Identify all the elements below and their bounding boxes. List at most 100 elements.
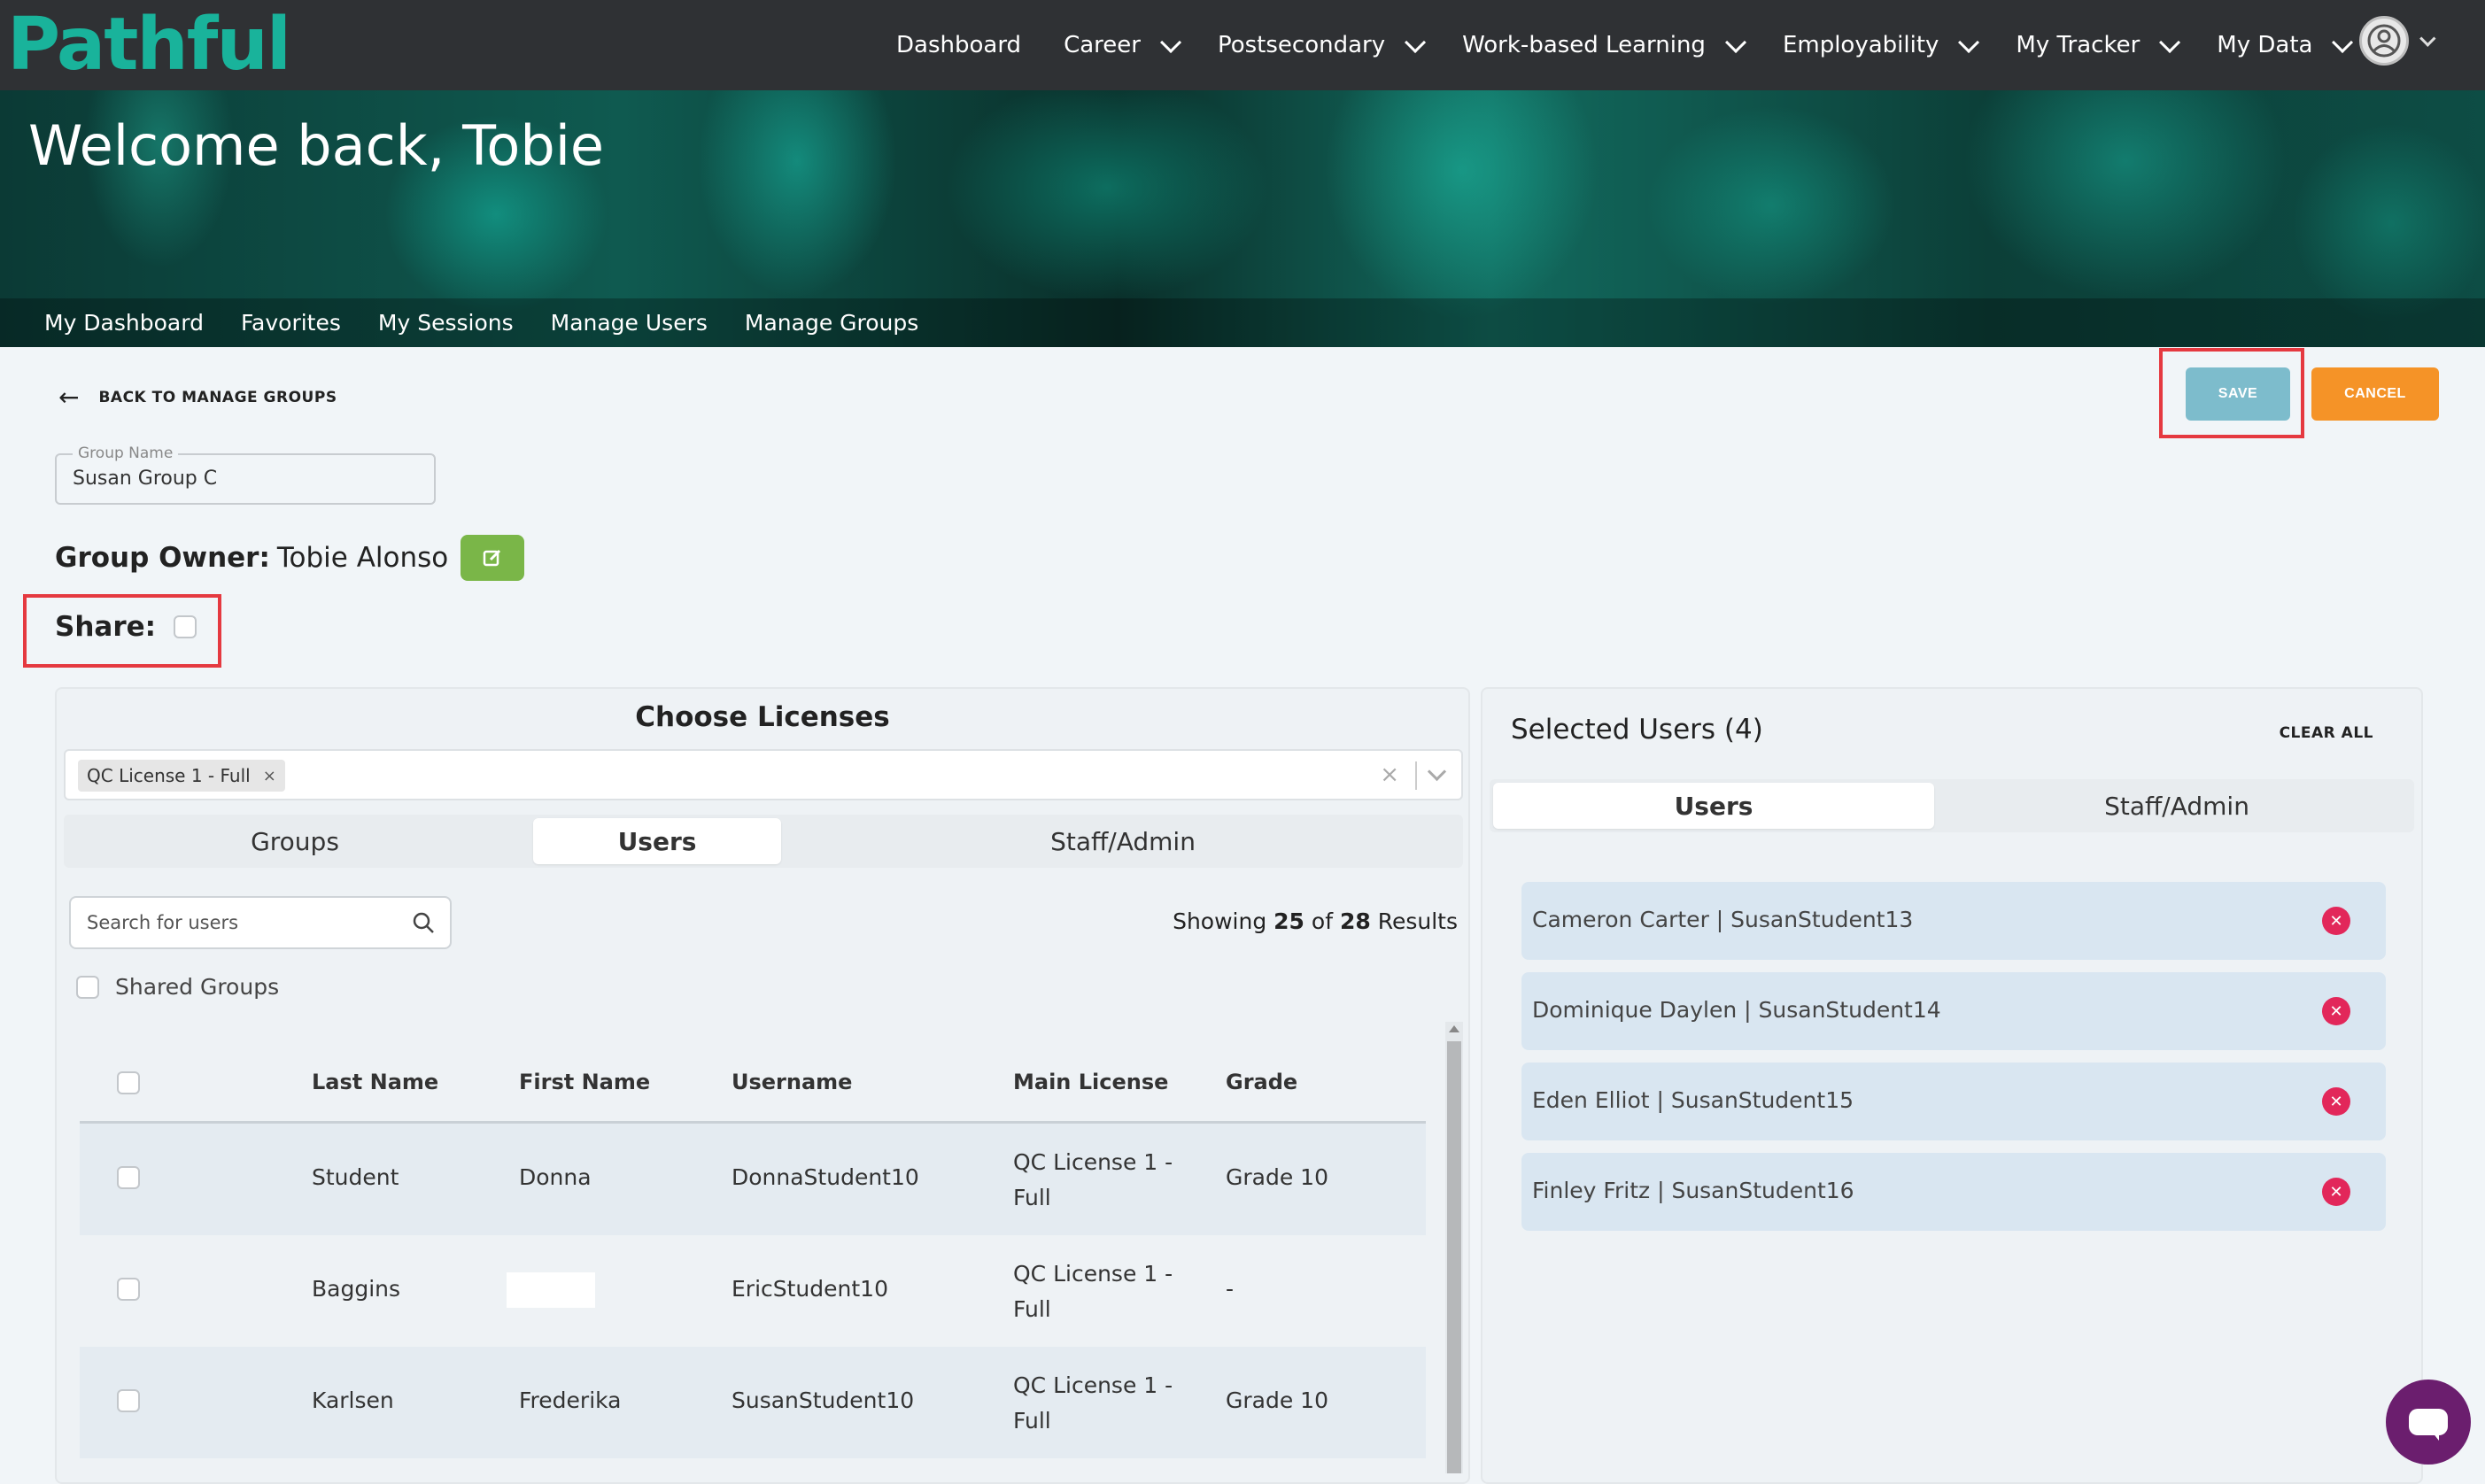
results-prefix: Showing (1173, 908, 1267, 934)
col-main-license[interactable]: Main License (1013, 1070, 1168, 1094)
user-circle-icon (2359, 16, 2409, 66)
selected-user-name: Cameron Carter | SusanStudent13 (1532, 907, 1914, 932)
save-button[interactable]: SAVE (2186, 367, 2290, 421)
cell-username: EricStudent10 (732, 1276, 888, 1302)
share-row: Share: (55, 611, 197, 643)
scrollbar-thumb[interactable] (1447, 1041, 1461, 1473)
row-checkbox[interactable] (117, 1278, 140, 1301)
users-table: Last Name First Name Username Main Licen… (80, 1047, 1426, 1458)
nav-work-based-learning-label: Work-based Learning (1462, 32, 1706, 58)
table-row[interactable]: Baggins EricStudent10 QC License 1 - Full… (80, 1235, 1426, 1347)
shared-groups-checkbox[interactable] (76, 975, 99, 999)
chevron-down-icon (1405, 31, 1427, 53)
license-tabs: Groups Users Staff/Admin (64, 815, 1463, 868)
clear-icon[interactable]: × (1380, 761, 1399, 788)
results-suffix: Results (1377, 908, 1458, 934)
col-first-name[interactable]: First Name (519, 1070, 650, 1094)
edit-owner-button[interactable] (461, 535, 525, 581)
remove-user-icon[interactable]: ✕ (2322, 1178, 2350, 1206)
license-chip-label: QC License 1 - Full (87, 765, 251, 786)
license-line-2: Full (1013, 1408, 1051, 1434)
search-placeholder: Search for users (87, 912, 239, 933)
nav-employability[interactable]: Employability (1783, 31, 1980, 58)
remove-user-icon[interactable]: ✕ (2322, 907, 2350, 935)
sub-navigation: My Dashboard Favorites My Sessions Manag… (0, 298, 2485, 347)
subnav-favorites[interactable]: Favorites (241, 310, 341, 336)
selected-users-title: Selected Users (4) (1511, 714, 1763, 746)
edit-icon (484, 549, 501, 567)
arrow-left-icon: ← (58, 383, 80, 412)
nav-my-tracker[interactable]: My Tracker (2016, 31, 2181, 58)
user-menu[interactable] (2359, 16, 2436, 66)
row-checkbox[interactable] (117, 1166, 140, 1189)
col-username[interactable]: Username (732, 1070, 852, 1094)
chevron-down-icon (1724, 31, 1746, 53)
nav-my-data[interactable]: My Data (2217, 31, 2354, 58)
cell-first-name: Donna (519, 1164, 592, 1190)
nav-postsecondary[interactable]: Postsecondary (1218, 31, 1427, 58)
chevron-down-icon (2159, 31, 2181, 53)
license-select[interactable]: QC License 1 - Full × × (64, 749, 1463, 800)
selected-tabs: Users Staff/Admin (1490, 779, 2414, 832)
tab-selected-staff-admin[interactable]: Staff/Admin (1943, 783, 2411, 829)
group-name-label: Group Name (73, 444, 179, 462)
cell-grade: Grade 10 (1226, 1164, 1328, 1190)
nav-career-label: Career (1064, 32, 1141, 58)
table-row[interactable]: Karlsen Frederika SusanStudent10 QC Lice… (80, 1347, 1426, 1458)
choose-licenses-panel: Choose Licenses QC License 1 - Full × × … (55, 687, 1470, 1484)
cell-username: SusanStudent10 (732, 1387, 915, 1413)
choose-licenses-title: Choose Licenses (635, 701, 890, 733)
chat-launcher-button[interactable] (2386, 1380, 2471, 1465)
table-scrollbar[interactable] (1445, 1022, 1463, 1473)
table-row[interactable]: Student Donna DonnaStudent10 QC License … (80, 1124, 1426, 1235)
scroll-up-icon[interactable] (1449, 1025, 1459, 1032)
subnav-manage-groups[interactable]: Manage Groups (745, 310, 918, 336)
row-checkbox[interactable] (117, 1389, 140, 1412)
chevron-down-icon[interactable] (1427, 761, 1447, 782)
remove-user-icon[interactable]: ✕ (2322, 1087, 2350, 1116)
nav-my-data-label: My Data (2217, 32, 2313, 58)
tab-staff-admin[interactable]: Staff/Admin (790, 818, 1456, 864)
tab-groups[interactable]: Groups (67, 818, 523, 864)
chevron-down-icon (1958, 31, 1980, 53)
cell-grade: Grade 10 (1226, 1387, 1328, 1413)
subnav-manage-users[interactable]: Manage Users (551, 310, 708, 336)
nav-career[interactable]: Career (1064, 31, 1182, 58)
shared-groups-label: Shared Groups (115, 974, 280, 1000)
cell-last-name: Baggins (312, 1276, 401, 1302)
group-name-field[interactable]: Group Name Susan Group C (55, 444, 436, 505)
selected-user-item: Cameron Carter | SusanStudent13 ✕ (1521, 882, 2386, 960)
hero-banner: Welcome back, Tobie My Dashboard Favorit… (0, 90, 2485, 347)
subnav-my-dashboard[interactable]: My Dashboard (44, 310, 204, 336)
chevron-down-icon (1159, 31, 1182, 53)
cell-username: DonnaStudent10 (732, 1164, 919, 1190)
license-line-1: QC License 1 - (1013, 1149, 1173, 1175)
select-divider (1415, 761, 1417, 790)
search-icon[interactable] (411, 910, 436, 939)
share-checkbox[interactable] (174, 615, 197, 638)
cell-main-license: QC License 1 - Full (1013, 1256, 1173, 1327)
back-link-label: BACK TO MANAGE GROUPS (98, 388, 337, 406)
selected-users-panel: Selected Users (4) CLEAR ALL Users Staff… (1481, 687, 2423, 1484)
cell-grade: - (1226, 1276, 1235, 1302)
share-label: Share: (55, 611, 157, 643)
nav-dashboard[interactable]: Dashboard (896, 32, 1021, 58)
col-last-name[interactable]: Last Name (312, 1070, 438, 1094)
tab-selected-users[interactable]: Users (1493, 783, 1934, 829)
subnav-my-sessions[interactable]: My Sessions (378, 310, 514, 336)
chip-remove-icon[interactable]: × (263, 767, 276, 785)
license-chip: QC License 1 - Full × (78, 760, 285, 792)
tab-users[interactable]: Users (533, 818, 781, 864)
welcome-heading: Welcome back, Tobie (28, 113, 605, 178)
chat-bubble-icon (2409, 1409, 2448, 1441)
clear-all-button[interactable]: CLEAR ALL (2280, 724, 2373, 742)
pathful-logo[interactable]: Pathful (7, 2, 291, 87)
nav-work-based-learning[interactable]: Work-based Learning (1462, 31, 1746, 58)
remove-user-icon[interactable]: ✕ (2322, 997, 2350, 1025)
col-grade[interactable]: Grade (1226, 1070, 1297, 1094)
cancel-button[interactable]: CANCEL (2311, 367, 2439, 421)
back-to-manage-groups-link[interactable]: ← BACK TO MANAGE GROUPS (58, 383, 337, 412)
search-users-input[interactable]: Search for users (69, 896, 452, 949)
select-all-checkbox[interactable] (117, 1071, 140, 1094)
shared-groups-filter[interactable]: Shared Groups (76, 974, 279, 1000)
